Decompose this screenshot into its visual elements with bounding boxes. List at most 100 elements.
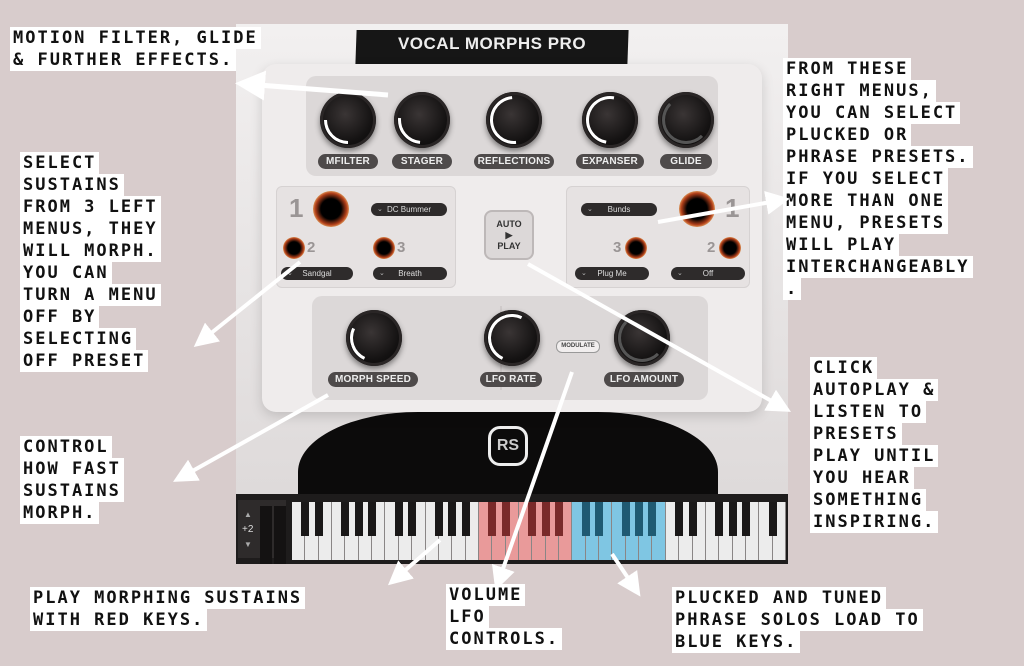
- annotation-line: WILL PLAY: [783, 234, 900, 256]
- morph-speed-knob[interactable]: [343, 307, 405, 369]
- annotation-line: MORPH.: [20, 502, 100, 524]
- annotation-line: FROM THESE: [783, 58, 912, 80]
- annotation-line: OFF BY: [20, 306, 100, 328]
- expanser-knob[interactable]: [576, 86, 644, 154]
- right-dropdown-2[interactable]: ⌄ Off: [671, 267, 745, 280]
- black-key[interactable]: [341, 502, 350, 536]
- reflections-knob[interactable]: [480, 86, 548, 154]
- slot1-number: 1: [289, 193, 304, 223]
- annotation-line: CONTROLS.: [446, 628, 563, 650]
- annotation-effects: MOTION FILTER, GLIDE & FURTHER EFFECTS.: [10, 27, 261, 71]
- black-key[interactable]: [541, 502, 550, 536]
- keyboard: ▲ +2 ▼: [236, 494, 788, 564]
- annotation-line: MENUS, THEY: [20, 218, 161, 240]
- black-key[interactable]: [368, 502, 377, 536]
- annotation-line: INTERCHANGEABLY: [783, 256, 973, 278]
- mfilter-knob[interactable]: [314, 86, 382, 154]
- annotation-line: BLUE KEYS.: [672, 631, 801, 653]
- chevron-down-icon: ⌄: [677, 270, 683, 277]
- black-key[interactable]: [314, 502, 323, 536]
- black-key[interactable]: [501, 502, 510, 536]
- glide-label: GLIDE: [660, 154, 712, 169]
- expanser-label: EXPANSER: [576, 154, 644, 169]
- reflections-label: REFLECTIONS: [474, 154, 554, 169]
- autoplay-button[interactable]: AUTO ▶ PLAY: [484, 210, 534, 260]
- annotation-autoplay: CLICK AUTOPLAY & LISTEN TO PRESETS PLAY UNTI…: [810, 357, 939, 533]
- annotation-line: OFF PRESET: [20, 350, 149, 372]
- octave-controls: ▲ +2 ▼: [238, 500, 286, 564]
- annotation-line: PLUCKED OR: [783, 124, 912, 146]
- annotation-line: CLICK: [810, 357, 878, 379]
- annotation-line: YOU CAN SELECT: [783, 102, 961, 124]
- black-key[interactable]: [301, 502, 310, 536]
- annotation-line: SOMETHING: [810, 489, 927, 511]
- black-key[interactable]: [688, 502, 697, 536]
- black-key[interactable]: [595, 502, 604, 536]
- black-key[interactable]: [461, 502, 470, 536]
- right-slot2-number: 2: [707, 239, 716, 256]
- annotation-line: PLUCKED AND TUNED: [672, 587, 886, 609]
- modulate-button[interactable]: MODULATE: [556, 340, 600, 353]
- stager-knob[interactable]: [388, 86, 456, 154]
- main-panel: MFILTER STAGER REFLECTIONS EXPANSER GLID…: [262, 64, 762, 412]
- annotation-line: HOW FAST: [20, 458, 124, 480]
- pitch-wheel[interactable]: [260, 506, 272, 564]
- black-key[interactable]: [408, 502, 417, 536]
- morph-speed-label: MORPH SPEED: [328, 372, 418, 387]
- black-key[interactable]: [768, 502, 777, 536]
- left-dropdown-2[interactable]: ⌄ Sandgal: [281, 267, 353, 280]
- right-slot2-avatar: [719, 237, 741, 259]
- black-key[interactable]: [741, 502, 750, 536]
- black-key[interactable]: [354, 502, 363, 536]
- black-key[interactable]: [528, 502, 537, 536]
- right-dropdown-1[interactable]: ⌄ Bunds: [581, 203, 657, 216]
- annotation-blue-keys: PLUCKED AND TUNED PHRASE SOLOS LOAD TO BLU…: [672, 587, 923, 653]
- annotation-line: AUTOPLAY &: [810, 379, 939, 401]
- annotation-left-menus: SELECT SUSTAINS FROM 3 LEFT MENUS, THEY WILL…: [20, 152, 161, 372]
- slot1-avatar: [313, 191, 349, 227]
- black-key[interactable]: [488, 502, 497, 536]
- chevron-down-icon: ⌄: [377, 206, 383, 213]
- annotation-line: MORE THAN ONE: [783, 190, 949, 212]
- annotation-morph-speed: CONTROL HOW FAST SUSTAINS MORPH.: [20, 436, 124, 524]
- black-key[interactable]: [675, 502, 684, 536]
- annotation-line: PHRASE SOLOS LOAD TO: [672, 609, 923, 631]
- black-key[interactable]: [715, 502, 724, 536]
- piano-keys[interactable]: [292, 502, 786, 560]
- annotation-lfo: VOLUME LFO CONTROLS.: [446, 584, 563, 650]
- octave-value: +2: [242, 524, 254, 535]
- annotation-line: YOU CAN: [20, 262, 112, 284]
- annotation-line: PLAY UNTIL: [810, 445, 939, 467]
- left-dropdown-3[interactable]: ⌄ Breath: [373, 267, 447, 280]
- lfo-amount-label: LFO AMOUNT: [604, 372, 684, 387]
- black-key[interactable]: [621, 502, 630, 536]
- black-key[interactable]: [394, 502, 403, 536]
- right-menus-section: ⌄ Bunds 1 3 2 ⌄ Plug Me ⌄ Off: [566, 186, 750, 288]
- annotation-right-menus: FROM THESE RIGHT MENUS, YOU CAN SELECT PLUC…: [783, 58, 973, 300]
- lfo-amount-knob[interactable]: [614, 310, 670, 366]
- black-key[interactable]: [581, 502, 590, 536]
- octave-up-button[interactable]: ▲: [244, 510, 252, 519]
- annotation-line: .: [783, 278, 802, 300]
- black-key[interactable]: [635, 502, 644, 536]
- annotation-line: PHRASE PRESETS.: [783, 146, 973, 168]
- brand-logo: RS: [488, 426, 528, 466]
- annotation-line: WITH RED KEYS.: [30, 609, 208, 631]
- right-dropdown-3[interactable]: ⌄ Plug Me: [575, 267, 649, 280]
- lfo-rate-knob[interactable]: [481, 307, 543, 369]
- black-key[interactable]: [448, 502, 457, 536]
- mod-wheel[interactable]: [274, 506, 286, 564]
- glide-knob[interactable]: [658, 92, 714, 148]
- play-icon: ▶: [505, 230, 513, 240]
- chevron-down-icon: ⌄: [581, 270, 587, 277]
- annotation-red-keys: PLAY MORPHING SUSTAINS WITH RED KEYS.: [30, 587, 306, 631]
- annotation-line: INSPIRING.: [810, 511, 939, 533]
- octave-down-button[interactable]: ▼: [244, 540, 252, 549]
- black-key[interactable]: [728, 502, 737, 536]
- left-dropdown-1[interactable]: ⌄ DC Bummer: [371, 203, 447, 216]
- annotation-line: FROM 3 LEFT: [20, 196, 161, 218]
- black-key[interactable]: [648, 502, 657, 536]
- slot2-number: 2: [307, 239, 316, 256]
- black-key[interactable]: [434, 502, 443, 536]
- black-key[interactable]: [555, 502, 564, 536]
